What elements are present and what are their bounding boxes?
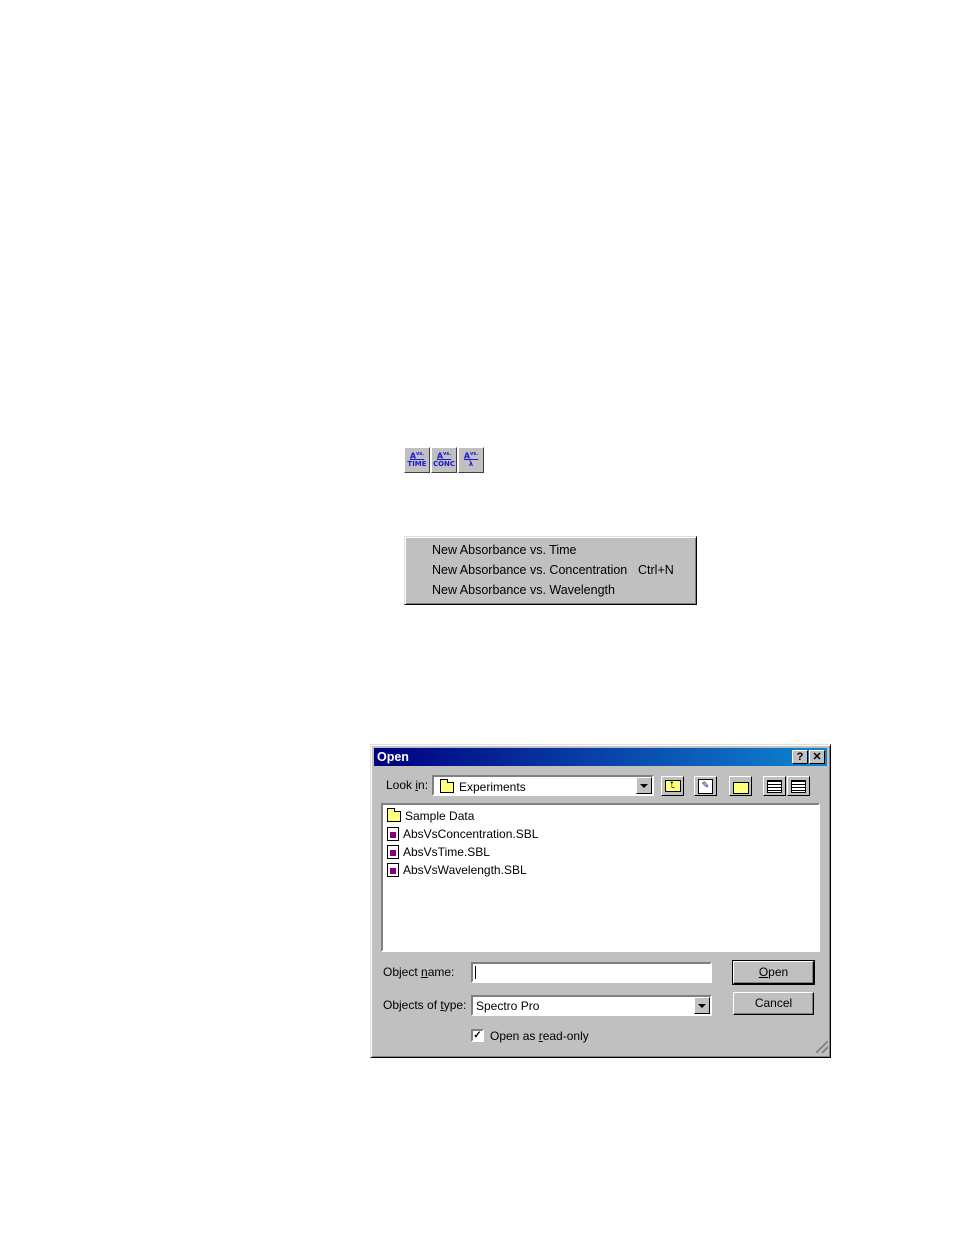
abs-vs-concentration-icon: Avs. [436, 450, 452, 461]
menu-item-label: New Absorbance vs. Concentration [432, 563, 628, 577]
abs-vs-wavelength-icon: Avs. [463, 450, 479, 461]
object-name-input[interactable] [471, 962, 712, 983]
abs-vs-wavelength-button[interactable]: Avs. λ [458, 447, 484, 473]
text-cursor [475, 966, 476, 979]
abs-vs-time-icon: Avs. [409, 450, 425, 461]
menu-item-label: New Absorbance vs. Wavelength [432, 583, 615, 597]
dialog-titlebar[interactable]: Open ? ✕ [374, 748, 827, 766]
list-view-icon [767, 779, 782, 793]
read-only-checkbox[interactable]: ✓ [471, 1029, 484, 1042]
list-view-button[interactable] [763, 776, 786, 796]
favorites-icon: ✎ [698, 778, 713, 794]
dialog-title: Open [377, 750, 409, 764]
folder-icon [387, 807, 401, 822]
resize-grip-icon[interactable] [816, 1041, 828, 1053]
new-graph-menu: New Absorbance vs. Time New Absorbance v… [404, 536, 697, 605]
new-folder-button[interactable] [729, 776, 752, 796]
document-icon [387, 863, 399, 877]
abs-vs-concentration-button[interactable]: Avs. CONC [431, 447, 457, 473]
objects-of-type-select[interactable]: Spectro Pro [471, 995, 712, 1016]
cancel-button[interactable]: Cancel [733, 992, 814, 1015]
abs-vs-time-button[interactable]: Avs. TIME [404, 447, 430, 473]
new-folder-icon [732, 781, 749, 794]
file-list[interactable]: Sample Data AbsVsConcentration.SBL AbsVs… [381, 803, 820, 952]
file-name: Sample Data [405, 809, 475, 823]
objects-of-type-label: Objects of type: [383, 998, 467, 1012]
up-one-level-button[interactable]: ⮤ [661, 776, 684, 796]
look-in-label: Look in: [386, 778, 429, 792]
menu-item-shortcut: Ctrl+N [638, 563, 674, 577]
details-view-button[interactable] [787, 776, 810, 796]
abs-vs-wavelength-label: λ [468, 460, 474, 469]
close-icon: ✕ [812, 751, 822, 763]
look-in-value: Experiments [459, 780, 526, 794]
up-folder-icon: ⮤ [664, 780, 681, 792]
menu-item-label: New Absorbance vs. Time [432, 543, 577, 557]
menu-item-new-abs-vs-wavelength[interactable]: New Absorbance vs. Wavelength [432, 580, 615, 600]
document-icon [387, 845, 399, 859]
graph-toolbar: Avs. TIME Avs. CONC Avs. λ [404, 447, 484, 474]
list-item[interactable]: AbsVsTime.SBL [387, 843, 490, 861]
file-name: AbsVsTime.SBL [403, 845, 490, 859]
help-button[interactable]: ? [792, 750, 808, 764]
object-name-label: Object name: [383, 965, 455, 979]
checkmark-icon: ✓ [473, 1030, 482, 1041]
open-button[interactable]: Open [732, 960, 815, 985]
look-in-combo[interactable]: Experiments [432, 775, 654, 796]
document-icon [387, 827, 399, 841]
chevron-down-icon[interactable] [694, 997, 710, 1014]
abs-vs-time-label: TIME [407, 460, 427, 469]
menu-item-new-abs-vs-concentration[interactable]: New Absorbance vs. Concentration Ctrl+N [432, 560, 674, 580]
objects-of-type-value: Spectro Pro [476, 999, 540, 1013]
file-name: AbsVsConcentration.SBL [403, 827, 539, 841]
chevron-down-icon[interactable] [636, 777, 652, 794]
list-item[interactable]: AbsVsWavelength.SBL [387, 861, 527, 879]
file-name: AbsVsWavelength.SBL [403, 863, 527, 877]
read-only-label[interactable]: Open as read-only [490, 1029, 589, 1043]
folder-icon [440, 778, 454, 793]
favorites-button[interactable]: ✎ [694, 776, 717, 796]
details-view-icon [791, 779, 806, 793]
close-button[interactable]: ✕ [809, 750, 825, 764]
list-item[interactable]: Sample Data [387, 807, 474, 825]
help-icon: ? [796, 751, 804, 763]
abs-vs-concentration-label: CONC [432, 460, 456, 469]
menu-item-new-abs-vs-time[interactable]: New Absorbance vs. Time [432, 540, 577, 560]
list-item[interactable]: AbsVsConcentration.SBL [387, 825, 538, 843]
